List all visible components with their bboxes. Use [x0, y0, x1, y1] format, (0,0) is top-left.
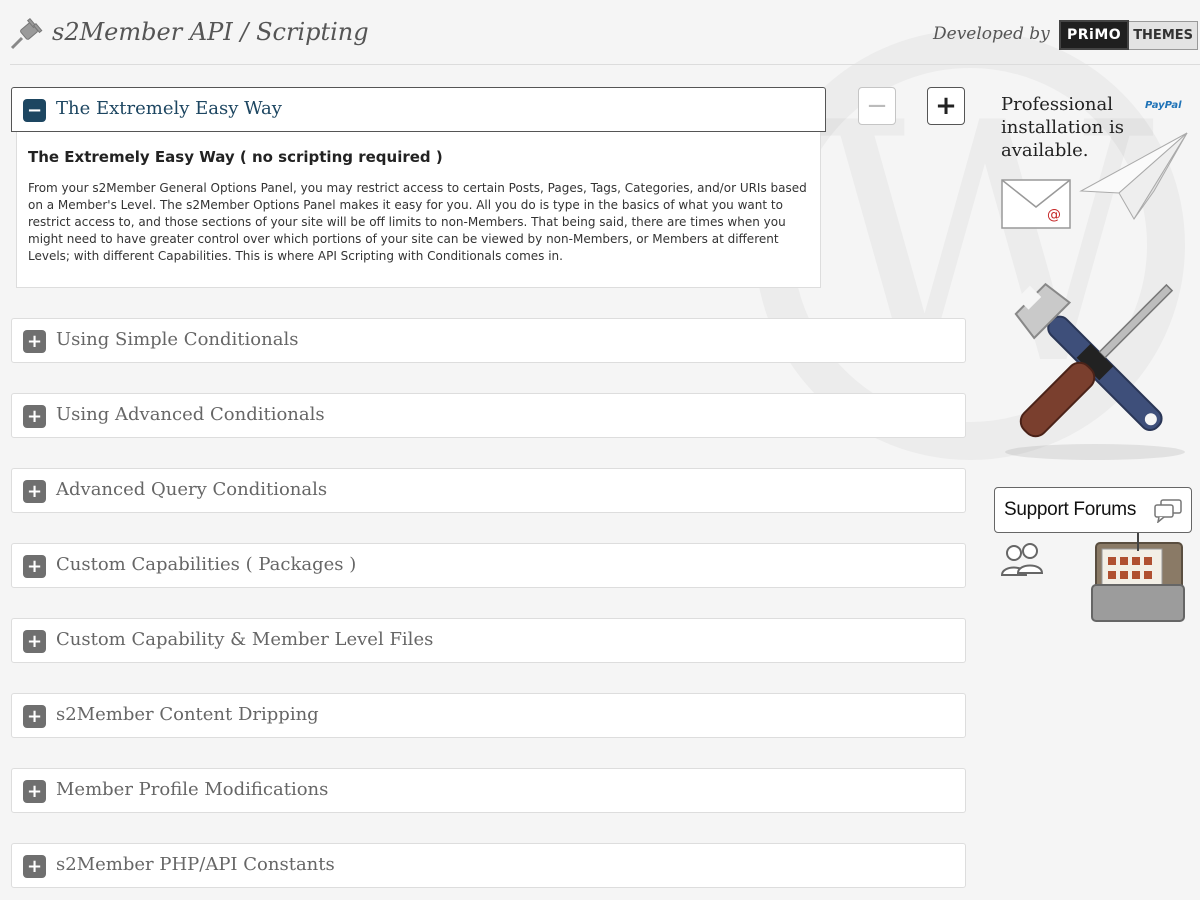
- developed-by-label: Developed by: [933, 24, 1050, 44]
- paypal-logo: PayPal: [1145, 100, 1182, 111]
- section-label[interactable]: Custom Capability & Member Level Files: [56, 629, 433, 650]
- section-body: The Extremely Easy Way ( no scripting re…: [16, 132, 821, 288]
- section-extremely-easy-way[interactable]: − The Extremely Easy Way: [11, 87, 826, 132]
- section-label[interactable]: s2Member PHP/API Constants: [56, 854, 335, 875]
- section-body-title: The Extremely Easy Way ( no scripting re…: [28, 148, 443, 166]
- primo-logo-text: PRiMO: [1059, 20, 1130, 50]
- section-label[interactable]: s2Member Content Dripping: [56, 704, 319, 725]
- section-toggle-icon[interactable]: +: [23, 780, 46, 803]
- expand-all-button[interactable]: +: [927, 87, 965, 125]
- page-header: s2Member API / Scripting Developed by PR…: [0, 0, 1200, 66]
- section-toggle-icon[interactable]: +: [23, 630, 46, 653]
- section-toggle-icon[interactable]: +: [23, 330, 46, 353]
- folder-icon: [1091, 525, 1185, 622]
- section-advanced-query-conditionals[interactable]: + Advanced Query Conditionals: [11, 468, 966, 513]
- section-toggle-icon[interactable]: −: [23, 99, 46, 122]
- section-php-api-constants[interactable]: + s2Member PHP/API Constants: [11, 843, 966, 888]
- themes-logo-text: THEMES: [1129, 20, 1198, 50]
- section-profile-modifications[interactable]: + Member Profile Modifications: [11, 768, 966, 813]
- plug-icon: [10, 17, 43, 50]
- support-forums-label[interactable]: Support Forums: [1004, 499, 1136, 521]
- envelope-icon: @: [1001, 179, 1071, 229]
- section-label[interactable]: Advanced Query Conditionals: [56, 479, 327, 500]
- collapse-all-button[interactable]: −: [858, 87, 896, 125]
- section-toggle-icon[interactable]: +: [23, 405, 46, 428]
- section-simple-conditionals[interactable]: + Using Simple Conditionals: [11, 318, 966, 363]
- section-toggle-icon[interactable]: +: [23, 855, 46, 878]
- support-forums-link[interactable]: Support Forums: [994, 487, 1194, 627]
- page-title: s2Member API / Scripting: [52, 18, 369, 46]
- section-toggle-icon[interactable]: +: [23, 555, 46, 578]
- wrench-screwdriver-icon: [1005, 282, 1185, 460]
- installation-promo[interactable]: Professional installation is available. …: [1001, 93, 1196, 243]
- envelope-at-symbol: @: [1047, 207, 1061, 223]
- section-label[interactable]: Member Profile Modifications: [56, 779, 328, 800]
- section-content-dripping[interactable]: + s2Member Content Dripping: [11, 693, 966, 738]
- paper-plane-icon: [1079, 132, 1188, 220]
- chat-bubbles-icon: [1154, 499, 1182, 523]
- section-label[interactable]: Custom Capabilities ( Packages ): [56, 554, 356, 575]
- section-label[interactable]: Using Simple Conditionals: [56, 329, 298, 350]
- section-advanced-conditionals[interactable]: + Using Advanced Conditionals: [11, 393, 966, 438]
- users-icon: [1000, 543, 1044, 576]
- section-toggle-icon[interactable]: +: [23, 480, 46, 503]
- section-label[interactable]: Using Advanced Conditionals: [56, 404, 325, 425]
- section-body-text: From your s2Member General Options Panel…: [28, 181, 807, 263]
- header-divider: [10, 64, 1200, 65]
- primo-themes-logo[interactable]: PRiMO THEMES: [1059, 20, 1198, 50]
- section-label[interactable]: The Extremely Easy Way: [56, 98, 282, 119]
- section-capability-level-files[interactable]: + Custom Capability & Member Level Files: [11, 618, 966, 663]
- section-toggle-icon[interactable]: +: [23, 705, 46, 728]
- section-custom-capabilities[interactable]: + Custom Capabilities ( Packages ): [11, 543, 966, 588]
